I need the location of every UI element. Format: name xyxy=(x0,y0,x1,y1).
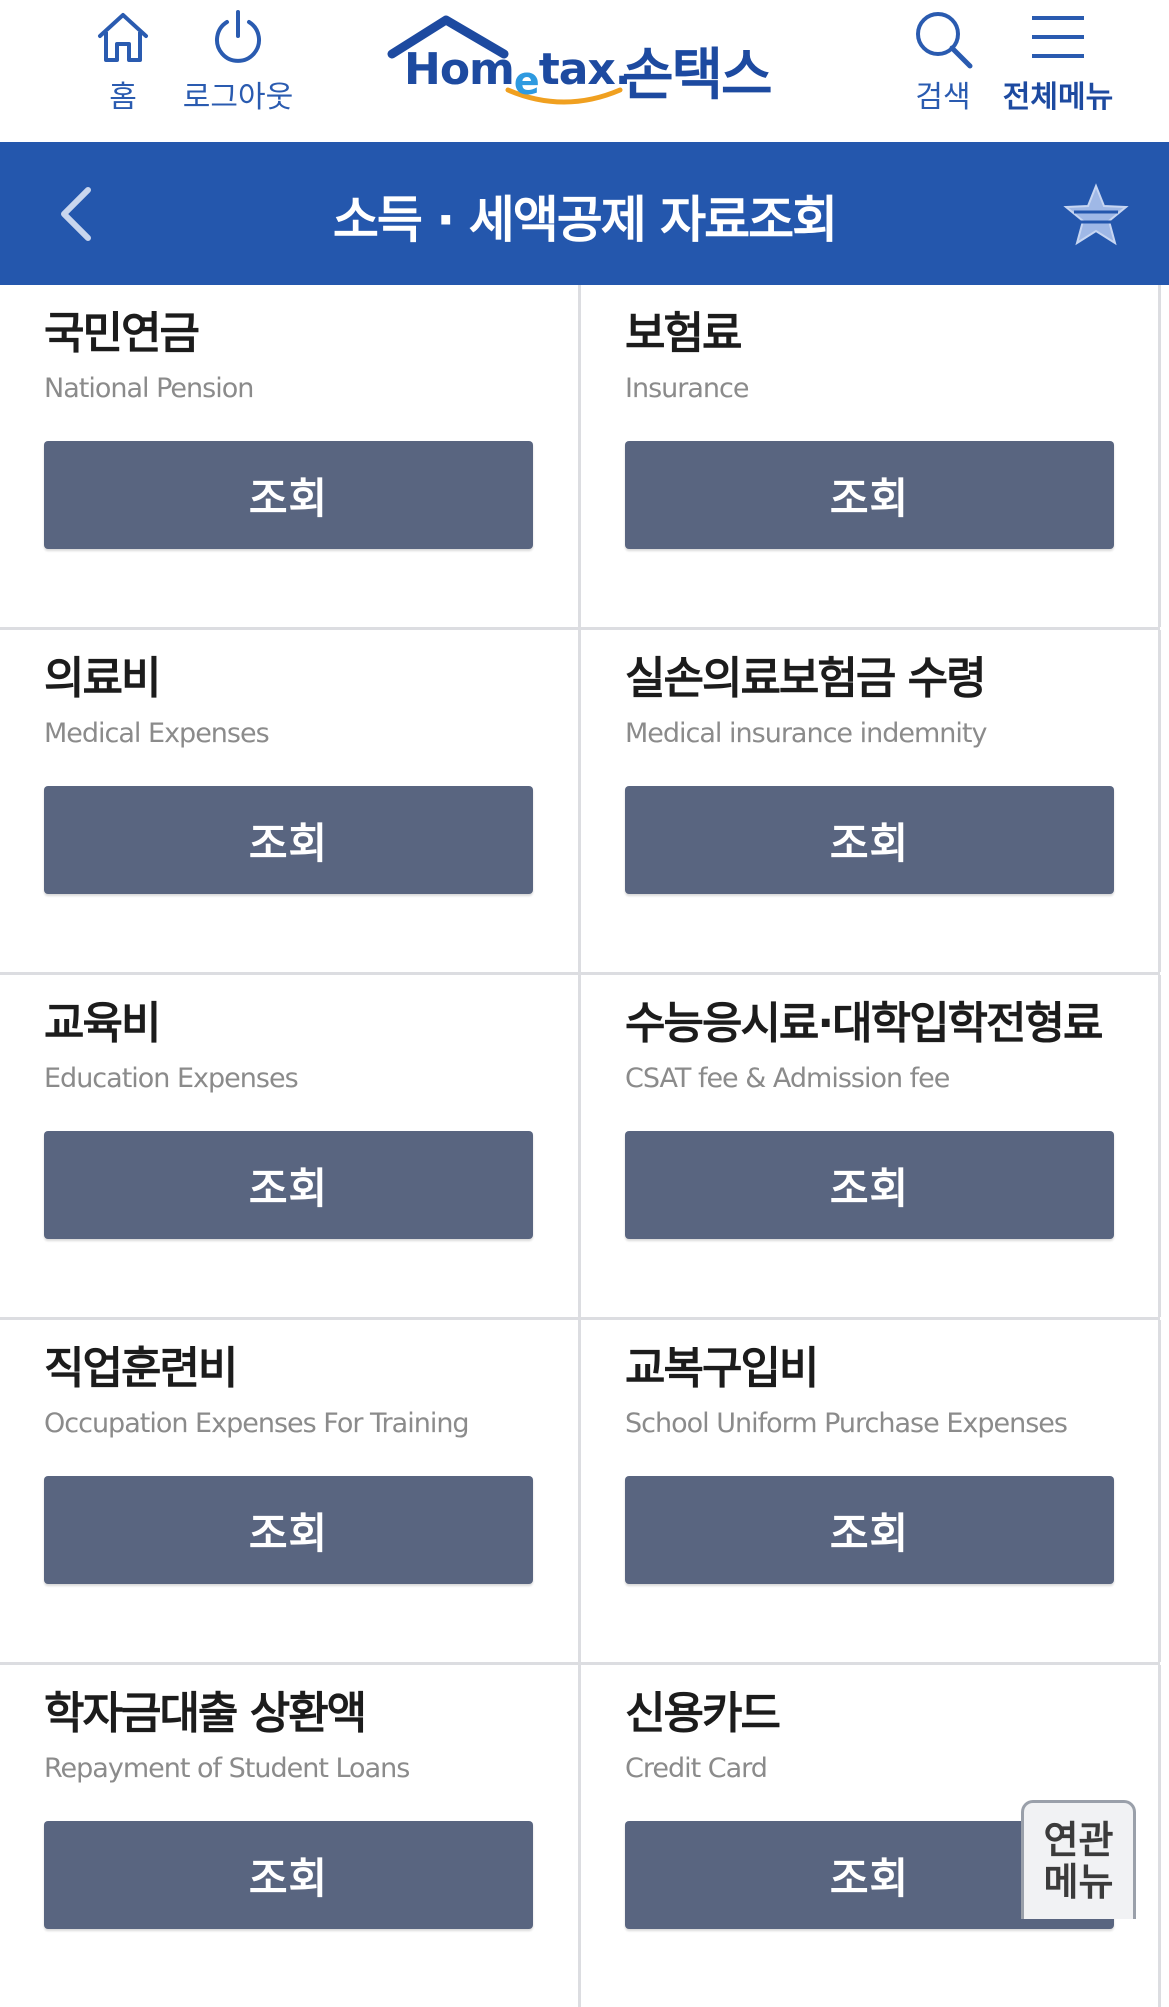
hamburger-menu-icon xyxy=(1032,16,1084,58)
item-title: 직업훈련비 xyxy=(44,1343,238,1394)
grid-row: 의료비 Medical Expenses 조회 실손의료보험금 수령 Medic… xyxy=(0,630,1161,975)
power-icon xyxy=(215,10,261,63)
item-national-pension: 국민연금 National Pension 조회 xyxy=(0,285,581,627)
csat-admission-inquiry-button[interactable]: 조회 xyxy=(625,1131,1114,1239)
item-subtitle: CSAT fee & Admission fee xyxy=(625,1063,950,1094)
item-subtitle: School Uniform Purchase Expenses xyxy=(625,1408,1068,1439)
grid-row: 학자금대출 상환액 Repayment of Student Loans 조회 … xyxy=(0,1665,1161,2007)
item-title: 실손의료보험금 수령 xyxy=(625,653,987,704)
favorite-star-icon[interactable] xyxy=(1062,182,1130,248)
search-label: 검색 xyxy=(915,80,971,115)
item-subtitle: Credit Card xyxy=(625,1753,768,1784)
student-loan-inquiry-button[interactable]: 조회 xyxy=(44,1821,533,1929)
item-title: 교복구입비 xyxy=(625,1343,819,1394)
item-title: 교육비 xyxy=(44,998,161,1049)
item-subtitle: Insurance xyxy=(625,373,749,404)
related-menu-label-line1: 연관 xyxy=(1043,1818,1114,1862)
item-title: 신용카드 xyxy=(625,1688,781,1739)
school-uniform-inquiry-button[interactable]: 조회 xyxy=(625,1476,1114,1584)
related-menu-label-line2: 메뉴 xyxy=(1043,1860,1114,1904)
deduction-items-grid: 국민연금 National Pension 조회 보험료 Insurance 조… xyxy=(0,285,1161,2007)
item-school-uniform: 교복구입비 School Uniform Purchase Expenses 조… xyxy=(581,1320,1161,1662)
item-title: 수능응시료·대학입학전형료 xyxy=(625,998,1103,1049)
item-subtitle: Medical insurance indemnity xyxy=(625,718,987,749)
insurance-inquiry-button[interactable]: 조회 xyxy=(625,441,1114,549)
item-medical-insurance-indemnity: 실손의료보험금 수령 Medical insurance indemnity 조… xyxy=(581,630,1161,972)
item-title: 의료비 xyxy=(44,653,161,704)
medical-expenses-inquiry-button[interactable]: 조회 xyxy=(44,786,533,894)
medical-indemnity-inquiry-button[interactable]: 조회 xyxy=(625,786,1114,894)
search-button[interactable]: 검색 xyxy=(898,0,988,142)
search-icon xyxy=(916,12,973,69)
item-subtitle: Occupation Expenses For Training xyxy=(44,1408,470,1439)
home-button[interactable]: 홈 xyxy=(90,0,156,142)
related-menu-button[interactable]: 연관 메뉴 xyxy=(1021,1800,1136,1919)
occupation-training-inquiry-button[interactable]: 조회 xyxy=(44,1476,533,1584)
item-csat-admission-fee: 수능응시료·대학입학전형료 CSAT fee & Admission fee 조… xyxy=(581,975,1161,1317)
grid-row: 교육비 Education Expenses 조회 수능응시료·대학입학전형료 … xyxy=(0,975,1161,1320)
logout-button[interactable]: 로그아웃 xyxy=(178,0,298,142)
item-title: 학자금대출 상환액 xyxy=(44,1688,367,1739)
item-title: 국민연금 xyxy=(44,308,200,359)
top-bar: 홈 로그아웃 Hometax. 손택스 검색 전체메뉴 xyxy=(0,0,1169,142)
grid-row: 국민연금 National Pension 조회 보험료 Insurance 조… xyxy=(0,285,1161,630)
item-medical-expenses: 의료비 Medical Expenses 조회 xyxy=(0,630,581,972)
page-title: 소득 · 세액공제 자료조회 xyxy=(332,191,838,249)
item-occupation-training: 직업훈련비 Occupation Expenses For Training 조… xyxy=(0,1320,581,1662)
logout-label: 로그아웃 xyxy=(182,80,294,115)
item-subtitle: Repayment of Student Loans xyxy=(44,1753,410,1784)
item-title: 보험료 xyxy=(625,308,742,359)
item-subtitle: Medical Expenses xyxy=(44,718,270,749)
home-label: 홈 xyxy=(109,80,137,115)
all-menu-button[interactable]: 전체메뉴 xyxy=(996,0,1120,142)
logo-text-ko: 손택스 xyxy=(622,43,773,108)
logo-text-en: Hometax. xyxy=(404,44,632,103)
item-insurance: 보험료 Insurance 조회 xyxy=(581,285,1161,627)
home-icon xyxy=(98,13,148,62)
item-subtitle: Education Expenses xyxy=(44,1063,299,1094)
national-pension-inquiry-button[interactable]: 조회 xyxy=(44,441,533,549)
item-student-loan-repayment: 학자금대출 상환액 Repayment of Student Loans 조회 xyxy=(0,1665,581,2007)
page-header: 소득 · 세액공제 자료조회 xyxy=(0,142,1169,285)
grid-row: 직업훈련비 Occupation Expenses For Training 조… xyxy=(0,1320,1161,1665)
item-subtitle: National Pension xyxy=(44,373,254,404)
item-education-expenses: 교육비 Education Expenses 조회 xyxy=(0,975,581,1317)
education-expenses-inquiry-button[interactable]: 조회 xyxy=(44,1131,533,1239)
hometax-logo[interactable]: Hometax. 손택스 xyxy=(382,14,792,114)
all-menu-label: 전체메뉴 xyxy=(1002,80,1114,115)
